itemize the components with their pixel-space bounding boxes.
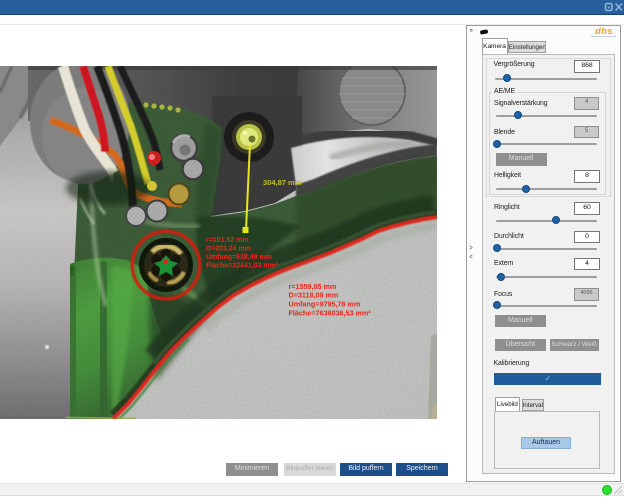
svg-text:r=101,62 mm: r=101,62 mm (206, 237, 249, 244)
svg-text:304,87 mm: 304,87 mm (263, 178, 302, 187)
svg-text:Umfang=638,49 mm: Umfang=638,49 mm (206, 254, 272, 261)
svg-text:D=203,24 mm: D=203,24 mm (206, 246, 251, 253)
svg-text:D=3118,09 mm: D=3118,09 mm (289, 291, 339, 300)
svg-text:Fläche=32441,03 mm²: Fläche=32441,03 mm² (206, 263, 279, 270)
svg-text:Umfang=9795,78 mm: Umfang=9795,78 mm (289, 300, 361, 309)
svg-text:Fläche=7636036,53 mm²: Fläche=7636036,53 mm² (289, 308, 372, 317)
svg-text:r=1559,05 mm: r=1559,05 mm (289, 282, 337, 291)
